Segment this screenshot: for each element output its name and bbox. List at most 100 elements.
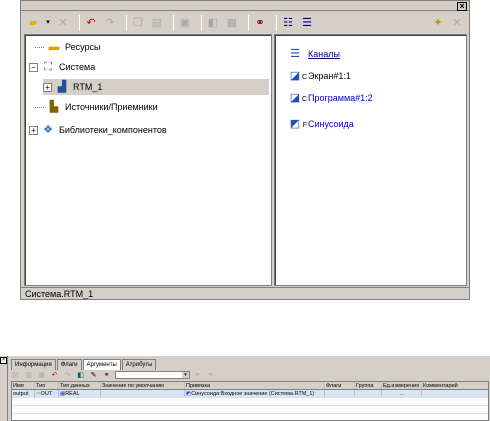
column-header[interactable]: Комментарий xyxy=(422,382,488,389)
copy-icon[interactable]: ◧ xyxy=(76,371,85,380)
list-item-screen[interactable]: ◪ C Экран#1:1 xyxy=(288,67,351,85)
expand-icon[interactable]: + xyxy=(29,125,38,135)
toolbar-separator xyxy=(79,15,80,31)
delete-row-icon[interactable]: ▦ xyxy=(37,371,46,380)
screen-icon: ◪ C xyxy=(288,68,307,84)
expand-icon[interactable]: + xyxy=(43,82,52,92)
tree-item-system[interactable]: − ⛶ Система xyxy=(29,59,95,75)
toolbar-separator xyxy=(276,15,277,31)
status-bar: Система.RTM_1 xyxy=(21,287,469,300)
copy-icon[interactable]: ❐ xyxy=(131,16,145,30)
insert-row-icon[interactable]: ▥ xyxy=(24,371,33,380)
rtm-device-icon: ▟ xyxy=(57,80,67,93)
tree-connector xyxy=(35,46,44,48)
toolbar-separator xyxy=(173,15,174,31)
tree-item-label: Система xyxy=(59,62,96,72)
cell-group[interactable] xyxy=(355,390,382,397)
cell-type-value: OUT xyxy=(40,391,53,397)
cell-data-type-value: REAL xyxy=(65,391,80,397)
add-row-icon[interactable]: ▤ xyxy=(11,371,20,380)
list-item-sinusoid[interactable]: ◩ F Синусоида xyxy=(288,115,354,133)
column-header[interactable]: Ед.измерения xyxy=(382,382,422,389)
calendar-icon[interactable]: ▦ xyxy=(225,16,239,30)
cell-data-type[interactable]: ▦REAL xyxy=(59,390,101,397)
status-path: Система.RTM_1 xyxy=(25,289,94,299)
tab-attributes[interactable]: Атрибуты xyxy=(121,359,157,370)
cell-unit[interactable]: ... xyxy=(382,390,422,397)
toolbar-separator xyxy=(248,15,249,31)
list-item-label: Экран#1:1 xyxy=(308,71,351,81)
dropdown-arrow-icon[interactable]: ▾ xyxy=(45,16,51,30)
panel-tabs: Информация Флаги Аргументы Атрибуты xyxy=(11,359,157,370)
column-header[interactable]: Имя xyxy=(12,382,35,389)
list-view-icon[interactable]: ☰ xyxy=(300,16,314,30)
duplicate-icon[interactable]: ◧ xyxy=(206,16,220,30)
cell-name[interactable]: output xyxy=(12,390,35,397)
column-header[interactable]: Группа xyxy=(355,382,382,389)
channels-icon: ☰ xyxy=(290,48,300,60)
chevron-down-icon[interactable]: ▾ xyxy=(182,372,189,378)
new-item-icon[interactable]: ✦ xyxy=(431,16,445,30)
undo-icon[interactable]: ↶ xyxy=(84,16,98,30)
cell-type[interactable]: ⇨OUT xyxy=(35,390,59,397)
toolbar-separator xyxy=(201,15,202,31)
properties-icon[interactable]: ▣ xyxy=(178,16,192,30)
project-tree[interactable]: ▬ Ресурсы − ⛶ Система + ▟ RTM_1 ▙ Источн… xyxy=(24,34,272,286)
new-folder-icon[interactable]: ▰ xyxy=(26,16,40,30)
table-row[interactable]: output ⇨OUT ▦REAL ◩Синусоида:Входное зна… xyxy=(12,390,488,398)
cell-binding[interactable]: ◩Синусоида:Входное значение (Система.RTM… xyxy=(185,390,325,397)
column-header[interactable]: Флаги xyxy=(325,382,355,389)
arguments-table[interactable]: Имя Тип Тип данных Значение по умолчанию… xyxy=(11,381,489,421)
tab-info[interactable]: Информация xyxy=(11,359,56,370)
tree-item-libraries[interactable]: + ❖ Библиотеки_компонентов xyxy=(29,122,167,138)
close-item-icon[interactable]: ✕ xyxy=(450,16,464,30)
list-item-label: Каналы xyxy=(308,49,340,59)
find-prev-icon[interactable]: ⚭ xyxy=(206,371,215,380)
tab-arguments[interactable]: Аргументы xyxy=(82,359,121,370)
contents-list[interactable]: ☰ Каналы ◪ C Экран#1:1 ◪ C Программа#1:2 ◩… xyxy=(274,34,467,286)
close-icon[interactable]: × xyxy=(0,357,7,364)
tree-connector xyxy=(35,106,44,108)
delete-icon[interactable]: ✕ xyxy=(56,16,70,30)
paste-icon[interactable]: ▤ xyxy=(150,16,164,30)
tab-flags[interactable]: Флаги xyxy=(56,359,82,370)
find-next-icon[interactable]: ⚭ xyxy=(193,371,202,380)
table-row-empty xyxy=(12,398,488,406)
program-icon: ◪ C xyxy=(288,90,307,106)
find-binoculars-icon[interactable]: ⚭ xyxy=(102,371,111,380)
filter-input[interactable]: ▾ xyxy=(115,371,190,379)
list-item-program[interactable]: ◪ C Программа#1:2 xyxy=(288,89,373,107)
column-header[interactable]: Тип данных xyxy=(59,382,101,389)
toolbar-separator xyxy=(126,15,127,31)
tree-item-sources[interactable]: ▙ Источники/Приемники xyxy=(35,99,158,115)
redo-icon[interactable]: ↷ xyxy=(63,371,72,380)
tree-view-icon[interactable]: ☷ xyxy=(281,16,295,30)
edit-icon[interactable]: ✎ xyxy=(89,371,98,380)
table-header: Имя Тип Тип данных Значение по умолчанию… xyxy=(12,382,488,390)
close-icon[interactable]: × xyxy=(457,2,467,11)
tree-item-resources[interactable]: ▬ Ресурсы xyxy=(35,39,101,55)
undo-icon[interactable]: ↶ xyxy=(50,371,59,380)
system-network-icon: ⛶ xyxy=(44,60,52,73)
cell-default[interactable] xyxy=(101,390,185,397)
redo-icon[interactable]: ↷ xyxy=(103,16,117,30)
cell-flags[interactable] xyxy=(325,390,355,397)
collapse-icon[interactable]: − xyxy=(29,62,38,72)
column-header[interactable]: Значение по умолчанию xyxy=(101,382,185,389)
component-library-icon: ❖ xyxy=(43,123,53,136)
properties-panel: × Информация Флаги Аргументы Атрибуты ▤ … xyxy=(0,356,490,421)
cell-comment[interactable] xyxy=(422,390,488,397)
window-titlebar: × xyxy=(21,1,469,11)
tree-item-label: Ресурсы xyxy=(65,42,101,52)
project-window: × ▰ ▾ ✕ ↶ ↷ ❐ ▤ ▣ ◧ ▦ ⚭ ☷ ☰ ✦ ✕ ▬ Ресурс… xyxy=(20,0,470,300)
item-badge: F xyxy=(302,122,307,129)
find-binoculars-icon[interactable]: ⚭ xyxy=(253,16,267,30)
list-item-channels[interactable]: ☰ Каналы xyxy=(288,45,340,63)
tree-item-rtm1[interactable]: + ▟ RTM_1 xyxy=(43,79,269,95)
column-header[interactable]: Тип xyxy=(35,382,59,389)
main-toolbar: ▰ ▾ ✕ ↶ ↷ ❐ ▤ ▣ ◧ ▦ ⚭ ☷ ☰ ✦ ✕ xyxy=(21,12,469,34)
column-header[interactable]: Привязка xyxy=(185,382,325,389)
sinusoid-icon: ◩ F xyxy=(288,116,307,132)
item-badge: C xyxy=(301,74,307,81)
panel-gutter: × xyxy=(0,356,8,421)
